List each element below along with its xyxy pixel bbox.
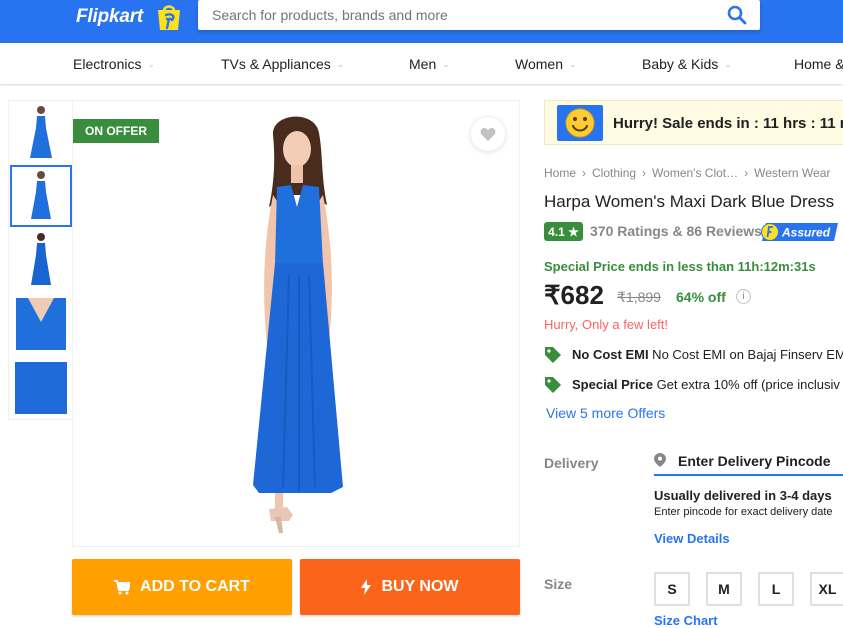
breadcrumb-home[interactable]: Home — [544, 166, 576, 180]
info-icon[interactable]: i — [736, 289, 751, 304]
lightning-icon — [361, 579, 372, 595]
dress-back-thumbnail-image — [31, 233, 51, 285]
size-option-s[interactable]: S — [654, 572, 690, 606]
header-bar: Flipkart — [0, 0, 843, 43]
search-input[interactable] — [198, 0, 714, 30]
breadcrumb-womens-clothing[interactable]: Women's Clot… — [652, 166, 738, 180]
dress-model-image — [253, 116, 343, 533]
smiley-icon — [557, 105, 603, 141]
flipkart-logo[interactable]: Flipkart — [76, 6, 143, 28]
breadcrumb-western-wear[interactable]: Western Wear — [754, 166, 830, 180]
view-more-offers-link[interactable]: View 5 more Offers — [546, 405, 665, 421]
chevron-down-icon: ⌄ — [147, 59, 156, 69]
location-pin-icon — [654, 453, 666, 467]
original-price: ₹1,899 — [617, 289, 661, 305]
main-product-image[interactable]: ON OFFER — [72, 100, 520, 547]
special-price-countdown: Special Price ends in less than 11h:12m:… — [544, 259, 816, 274]
nav-item-women[interactable]: Women ⌄ — [515, 56, 577, 72]
offer-tag-icon — [545, 377, 561, 393]
chevron-right-icon: › — [744, 166, 749, 180]
breadcrumb: Home › Clothing › Women's Clot… › Western Wear — [544, 166, 830, 180]
dress-thumbnail-image — [31, 171, 51, 219]
search-icon — [727, 5, 747, 25]
svg-text:Assured: Assured — [781, 226, 831, 240]
thumbnail-5[interactable] — [10, 357, 72, 419]
heart-icon — [480, 127, 496, 141]
wishlist-button[interactable] — [470, 116, 506, 152]
discount-percent: 64% off — [676, 289, 726, 305]
size-option-xl[interactable]: XL — [810, 572, 843, 606]
delivery-estimate: Usually delivered in 3-4 days — [654, 488, 832, 503]
cart-icon — [114, 579, 131, 595]
flipkart-assured-badge: Assured — [761, 223, 838, 241]
ratings-reviews-count[interactable]: 370 Ratings & 86 Reviews — [590, 223, 762, 239]
sale-countdown-banner: Hurry! Sale ends in : 11 hrs : 11 m — [544, 100, 843, 145]
search-box — [198, 0, 760, 30]
flipkart-bag-icon[interactable] — [154, 4, 184, 31]
product-title: Harpa Women's Maxi Dark Blue Dress — [544, 192, 835, 211]
nav-item-home[interactable]: Home & — [794, 56, 843, 72]
size-chart-link[interactable]: Size Chart — [654, 613, 718, 628]
thumbnail-4[interactable] — [10, 293, 72, 355]
chevron-right-icon: › — [642, 166, 647, 180]
chevron-down-icon: ⌄ — [442, 59, 450, 69]
search-button[interactable] — [714, 0, 760, 30]
thumbnail-strip — [8, 100, 73, 420]
sale-countdown-text: Hurry! Sale ends in : 11 hrs : 11 m — [613, 115, 843, 132]
thumbnail-2[interactable] — [10, 165, 72, 227]
pincode-field — [654, 448, 843, 476]
on-offer-badge: ON OFFER — [73, 119, 159, 143]
thumbnail-1[interactable] — [10, 102, 72, 164]
chevron-down-icon: ⌄ — [724, 59, 732, 69]
chevron-right-icon: › — [582, 166, 587, 180]
chevron-down-icon: ⌄ — [568, 59, 577, 69]
size-option-m[interactable]: M — [706, 572, 742, 606]
add-to-cart-button[interactable]: ADD TO CART — [72, 559, 292, 615]
dress-neckline-thumbnail-image — [16, 298, 66, 350]
delivery-hint: Enter pincode for exact delivery date — [654, 506, 833, 518]
nav-item-baby-kids[interactable]: Baby & Kids ⌄ — [642, 56, 732, 72]
size-label: Size — [544, 576, 573, 592]
delivery-label: Delivery — [544, 455, 599, 471]
selling-price: ₹682 — [544, 280, 604, 310]
pincode-input[interactable] — [678, 450, 843, 472]
nav-item-men[interactable]: Men ⌄ — [409, 56, 450, 72]
size-option-l[interactable]: L — [758, 572, 794, 606]
view-details-link[interactable]: View Details — [654, 531, 730, 546]
category-nav: Electronics ⌄ TVs & Appliances ⌄ Men ⌄ Wome… — [0, 43, 843, 84]
nav-item-electronics[interactable]: Electronics ⌄ — [73, 56, 155, 72]
breadcrumb-clothing[interactable]: Clothing — [592, 166, 636, 180]
stock-warning: Hurry, Only a few left! — [544, 317, 669, 332]
thumbnail-3[interactable] — [10, 229, 72, 291]
offer-tag-icon — [545, 347, 561, 363]
chevron-down-icon: ⌄ — [336, 59, 345, 69]
buy-now-button[interactable]: BUY NOW — [300, 559, 520, 615]
fabric-thumbnail-image — [15, 362, 67, 414]
nav-item-tvs-appliances[interactable]: TVs & Appliances ⌄ — [221, 56, 344, 72]
rating-badge[interactable]: 4.1 ★ — [544, 222, 583, 241]
dress-thumbnail-image — [30, 106, 52, 158]
